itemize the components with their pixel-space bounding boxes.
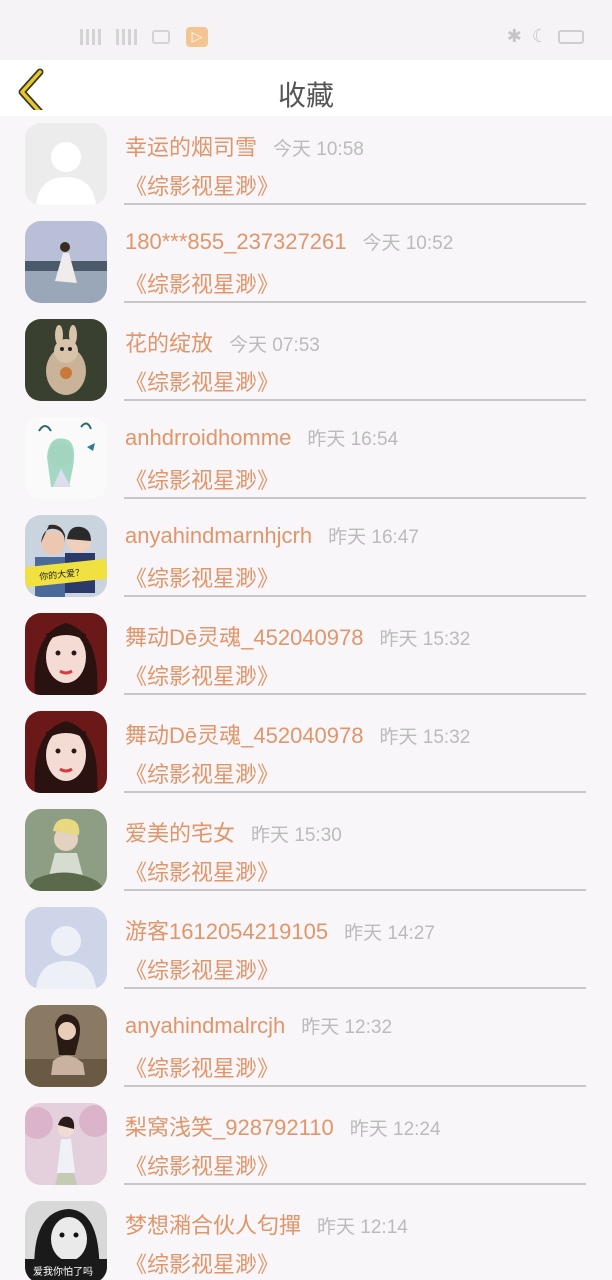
user-name[interactable]: 花的绽放 <box>125 331 213 356</box>
list-item[interactable]: anhdrroidhomme 昨天 16:54 《综影视星渺》 <box>0 410 612 508</box>
signal-icon <box>116 29 144 45</box>
divider <box>124 693 586 695</box>
avatar[interactable] <box>25 123 107 205</box>
book-title[interactable]: 《综影视星渺》 <box>125 561 279 593</box>
book-title[interactable]: 《综影视星渺》 <box>125 855 279 887</box>
divider <box>124 497 586 499</box>
user-name[interactable]: 舞动Dē灵魂_452040978 <box>125 625 363 650</box>
avatar[interactable] <box>25 1005 107 1087</box>
timestamp: 今天 10:52 <box>362 233 454 254</box>
name-row: 舞动Dē灵魂_452040978 昨天 15:32 <box>125 718 470 750</box>
battery-icon <box>558 29 584 44</box>
book-title[interactable]: 《综影视星渺》 <box>125 169 279 201</box>
divider <box>124 1085 586 1087</box>
timestamp: 昨天 15:32 <box>379 727 471 748</box>
timestamp: 昨天 12:24 <box>349 1119 441 1140</box>
list-item[interactable]: 爱美的宅女 昨天 15:30 《综影视星渺》 <box>0 802 612 900</box>
user-name[interactable]: 梦想潲合伙人匂撣 <box>125 1213 301 1238</box>
page-title: 收藏 <box>277 79 334 112</box>
name-row: 幸运的烟司雪 今天 10:58 <box>125 130 364 162</box>
bluetooth-icon: ✱ <box>506 26 522 47</box>
book-title[interactable]: 《综影视星渺》 <box>125 1149 279 1181</box>
user-name[interactable]: anyahindmalrcjh <box>125 1013 285 1038</box>
wifi-icon <box>152 30 170 44</box>
name-row: anyahindmarnhjcrh 昨天 16:47 <box>125 522 419 549</box>
svg-text:爱我你怕了吗: 爱我你怕了吗 <box>33 1265 93 1278</box>
avatar[interactable]: 爱我你怕了吗 <box>25 1201 107 1280</box>
app-notification-icon: ▷ <box>186 27 208 47</box>
name-row: 梨窝浅笑_928792110 昨天 12:24 <box>125 1110 441 1142</box>
divider <box>124 301 586 303</box>
top-bar: 收藏 <box>0 60 612 116</box>
status-icons-right: ✱ ☾ <box>507 26 584 47</box>
list-item[interactable]: 舞动Dē灵魂_452040978 昨天 15:32 《综影视星渺》 <box>0 704 612 802</box>
avatar[interactable] <box>25 1103 107 1185</box>
name-row: 爱美的宅女 昨天 15:30 <box>125 816 342 848</box>
book-title[interactable]: 《综影视星渺》 <box>125 953 279 985</box>
book-title[interactable]: 《综影视星渺》 <box>125 659 279 691</box>
avatar[interactable] <box>25 711 107 793</box>
book-title[interactable]: 《综影视星渺》 <box>125 267 279 299</box>
moon-icon: ☾ <box>531 26 548 47</box>
timestamp: 昨天 12:14 <box>317 1217 408 1238</box>
book-title[interactable]: 《综影视星渺》 <box>125 463 279 495</box>
status-icons-left: ▷ <box>80 22 208 52</box>
timestamp: 今天 10:58 <box>273 139 364 160</box>
list-item[interactable]: 180***855_237327261 今天 10:52 《综影视星渺》 <box>0 214 612 312</box>
avatar[interactable] <box>25 417 107 499</box>
list-item[interactable]: 游客1612054219105 昨天 14:27 《综影视星渺》 <box>0 900 612 998</box>
name-row: 游客1612054219105 昨天 14:27 <box>125 914 435 946</box>
timestamp: 昨天 16:47 <box>328 527 419 548</box>
avatar[interactable] <box>25 319 107 401</box>
timestamp: 昨天 12:32 <box>301 1017 393 1038</box>
book-title[interactable]: 《综影视星渺》 <box>125 1051 279 1083</box>
book-title[interactable]: 《综影视星渺》 <box>125 757 279 789</box>
user-name[interactable]: 幸运的烟司雪 <box>125 135 257 160</box>
avatar[interactable] <box>25 613 107 695</box>
book-title[interactable]: 《综影视星渺》 <box>125 365 279 397</box>
divider <box>124 791 586 793</box>
user-name[interactable]: 舞动Dē灵魂_452040978 <box>125 723 363 748</box>
book-title[interactable]: 《综影视星渺》 <box>125 1247 279 1279</box>
timestamp: 今天 07:53 <box>229 335 320 356</box>
favorites-list: 幸运的烟司雪 今天 10:58 《综影视星渺》 180***855_2373272… <box>0 116 612 1280</box>
name-row: 梦想潲合伙人匂撣 昨天 12:14 <box>125 1208 408 1240</box>
user-name[interactable]: 游客1612054219105 <box>125 919 328 944</box>
user-name[interactable]: 爱美的宅女 <box>125 821 235 846</box>
name-row: anyahindmalrcjh 昨天 12:32 <box>125 1012 392 1039</box>
user-name[interactable]: anhdrroidhomme <box>125 425 291 450</box>
divider <box>124 987 586 989</box>
name-row: 舞动Dē灵魂_452040978 昨天 15:32 <box>125 620 470 652</box>
timestamp: 昨天 15:32 <box>379 629 471 650</box>
divider <box>124 399 586 401</box>
status-bar: ▷ ✱ ☾ <box>0 0 612 60</box>
signal-icon <box>80 29 108 45</box>
timestamp: 昨天 16:54 <box>307 429 399 450</box>
user-name[interactable]: 180***855_237327261 <box>125 229 346 254</box>
avatar[interactable] <box>25 907 107 989</box>
list-item[interactable]: 梨窝浅笑_928792110 昨天 12:24 《综影视星渺》 <box>0 1096 612 1194</box>
name-row: 花的绽放 今天 07:53 <box>125 326 320 358</box>
avatar[interactable] <box>25 221 107 303</box>
name-row: anhdrroidhomme 昨天 16:54 <box>125 424 398 451</box>
user-name[interactable]: 梨窝浅笑_928792110 <box>125 1115 334 1140</box>
list-item[interactable]: 爱我你怕了吗 梦想潲合伙人匂撣 昨天 12:14 《综影视星渺》 <box>0 1194 612 1280</box>
divider <box>124 595 586 597</box>
list-item[interactable]: 你的大爱？ anyahindmarnhjcrh 昨天 16:47 《综影视星渺》 <box>0 508 612 606</box>
list-item[interactable]: anyahindmalrcjh 昨天 12:32 《综影视星渺》 <box>0 998 612 1096</box>
list-item[interactable]: 舞动Dē灵魂_452040978 昨天 15:32 《综影视星渺》 <box>0 606 612 704</box>
avatar[interactable]: 你的大爱？ <box>25 515 107 597</box>
divider <box>124 1183 586 1185</box>
list-item[interactable]: 花的绽放 今天 07:53 《综影视星渺》 <box>0 312 612 410</box>
timestamp: 昨天 14:27 <box>344 923 435 944</box>
timestamp: 昨天 15:30 <box>251 825 342 846</box>
divider <box>124 889 586 891</box>
divider <box>124 203 586 205</box>
user-name[interactable]: anyahindmarnhjcrh <box>125 523 312 548</box>
list-item[interactable]: 幸运的烟司雪 今天 10:58 《综影视星渺》 <box>0 116 612 214</box>
name-row: 180***855_237327261 今天 10:52 <box>125 228 453 255</box>
avatar[interactable] <box>25 809 107 891</box>
